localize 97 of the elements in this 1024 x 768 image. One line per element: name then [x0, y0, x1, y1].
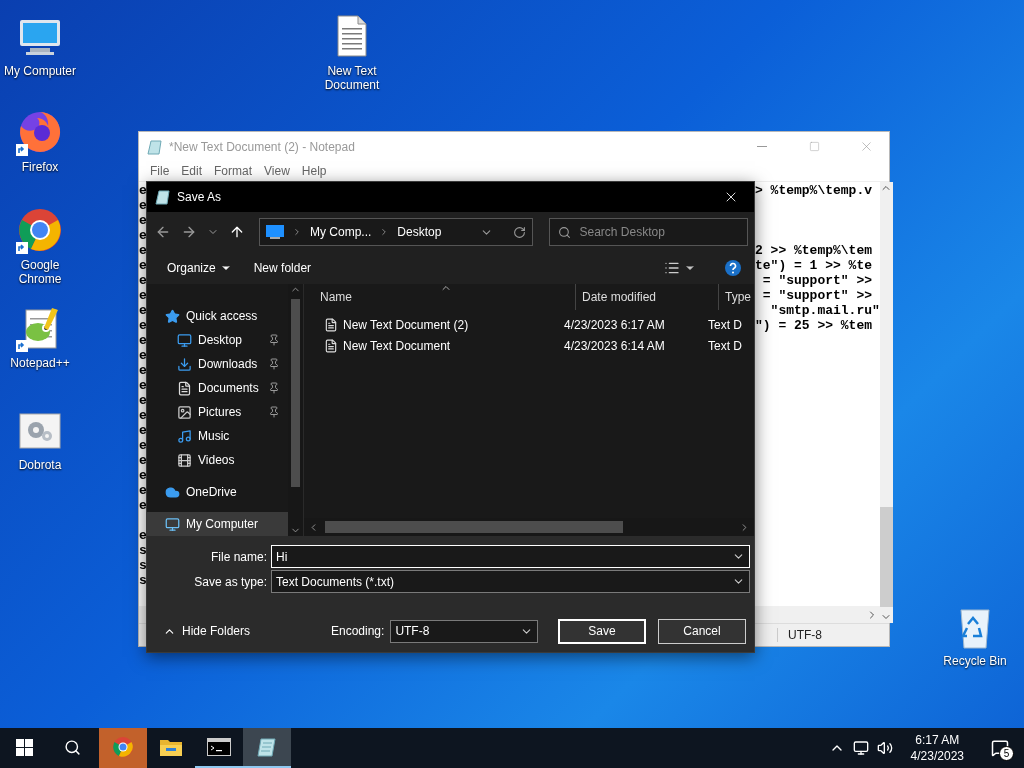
new-folder-button[interactable]: New folder — [251, 259, 314, 277]
pin-icon — [268, 382, 280, 394]
chevron-icon — [292, 227, 302, 237]
breadcrumb-item[interactable]: Desktop — [397, 225, 442, 239]
nav-item[interactable]: Desktop — [147, 328, 288, 352]
star-icon — [165, 308, 180, 324]
text-line: = "support" >> — [761, 273, 873, 288]
file-row[interactable]: New Text Document 4/23/2023 6:14 AM Text D — [324, 337, 754, 355]
menu-item[interactable]: File — [145, 164, 175, 178]
desktop-icon-label[interactable]: Google Chrome — [1, 258, 79, 286]
file-type-dropdown[interactable]: Text Documents (*.txt) — [271, 570, 750, 593]
maximize-icon — [808, 141, 820, 152]
nav-item[interactable]: OneDrive — [147, 480, 288, 504]
nav-item[interactable]: Downloads — [147, 352, 288, 376]
chrome-icon — [112, 736, 134, 758]
file-date: 4/23/2023 6:14 AM — [564, 339, 666, 353]
column-header[interactable]: Type — [719, 284, 753, 310]
column-header[interactable]: Date modified — [576, 284, 719, 310]
chrome-icon — [16, 206, 64, 254]
document-icon — [177, 380, 192, 396]
column-header[interactable]: Name — [304, 284, 576, 310]
help-icon[interactable] — [724, 259, 742, 277]
nav-item[interactable]: Pictures — [147, 400, 288, 424]
file-name-field[interactable]: Hi — [271, 545, 750, 568]
desktop-icon-label[interactable]: New Text Document — [313, 64, 391, 92]
nav-item[interactable]: Quick access — [147, 304, 288, 328]
nav-item[interactable]: Videos — [147, 448, 288, 472]
text-line: 2 >> %temp%\tem — [755, 243, 873, 258]
desktop-icon-label[interactable]: Notepad++ — [10, 356, 70, 370]
notification-icon — [991, 739, 1009, 757]
folder-icon — [159, 737, 183, 757]
window-title: *New Text Document (2) - Notepad — [169, 139, 356, 154]
pin-icon — [268, 334, 280, 346]
notepad-icon — [155, 189, 171, 205]
organize-button[interactable]: Organize — [165, 259, 234, 277]
search-icon — [63, 738, 81, 756]
file-name: New Text Document (2) — [343, 318, 470, 332]
scrollbar[interactable] — [879, 182, 893, 623]
nav-item[interactable]: My Computer — [147, 512, 288, 536]
computer-icon — [165, 516, 180, 532]
field-label: Encoding: — [331, 624, 385, 638]
network-icon[interactable] — [852, 740, 869, 756]
scroll-thumb[interactable] — [879, 507, 893, 607]
text-file-icon — [324, 339, 338, 353]
file-date: 4/23/2023 6:17 AM — [564, 318, 666, 332]
nav-item[interactable]: Music — [147, 424, 288, 448]
minimize-icon — [757, 146, 767, 147]
refresh-icon[interactable] — [513, 225, 527, 239]
dialog-title: Save As — [177, 190, 223, 204]
menu-item[interactable]: Help — [296, 164, 332, 178]
menu-item[interactable]: Format — [209, 164, 258, 178]
dialog-button[interactable]: Cancel — [658, 618, 746, 644]
hide-folders-button[interactable]: Hide Folders — [157, 623, 327, 639]
download-icon — [177, 356, 192, 372]
nav-item[interactable]: Documents — [147, 376, 288, 400]
desktop-icon-label[interactable]: My Computer — [4, 64, 76, 78]
text-line: e — [139, 243, 148, 258]
breadcrumb-item[interactable]: My Comp... — [310, 225, 372, 239]
clock[interactable]: 6:17 AM 4/23/2023 — [910, 732, 964, 764]
taskbar-app[interactable] — [243, 728, 291, 768]
pin-icon — [268, 358, 280, 370]
search-icon — [558, 225, 572, 239]
field-label: File name: — [209, 549, 268, 564]
desktop-icon-label[interactable]: Dobrota — [18, 458, 62, 472]
notification-button[interactable]: 5 — [982, 728, 1018, 768]
music-icon — [177, 428, 192, 444]
film-icon — [177, 452, 192, 468]
notepad-icon — [147, 138, 163, 155]
text-line: > %temp%\temp.v — [755, 183, 873, 198]
desktop-icon-label[interactable]: Recycle Bin — [943, 654, 1007, 668]
scroll-thumb[interactable] — [291, 299, 300, 487]
notepad-icon — [256, 736, 278, 758]
desktop-icon — [177, 332, 192, 348]
file-row[interactable]: New Text Document (2) 4/23/2023 6:17 AM Text D — [324, 316, 754, 334]
cloud-icon — [165, 484, 180, 500]
field-label: Save as type: — [193, 574, 268, 589]
encoding-status: UTF-8 — [777, 628, 822, 642]
text-line: e — [139, 183, 148, 198]
forward-arrow-icon — [181, 224, 197, 240]
volume-icon[interactable] — [876, 740, 893, 756]
text-file-icon — [324, 318, 338, 332]
pin-icon — [268, 406, 280, 418]
menu-item[interactable]: Edit — [176, 164, 208, 178]
encoding-dropdown[interactable]: UTF-8 — [390, 619, 539, 643]
search-field[interactable]: Search Desktop — [549, 218, 748, 246]
windows-logo-icon — [15, 738, 33, 756]
scroll-thumb[interactable] — [325, 521, 623, 533]
list-view-icon — [664, 260, 680, 276]
dialog-button[interactable]: Save — [558, 618, 646, 644]
address-bar[interactable]: My Comp... Desktop — [259, 218, 534, 246]
picture-icon — [177, 404, 192, 420]
menu-item[interactable]: View — [259, 164, 295, 178]
desktop-icon-label[interactable]: Firefox — [21, 160, 59, 174]
file-name: New Text Document — [343, 339, 452, 353]
computer-icon — [266, 225, 284, 239]
terminal-icon — [207, 738, 231, 756]
text-line: e — [139, 273, 148, 288]
